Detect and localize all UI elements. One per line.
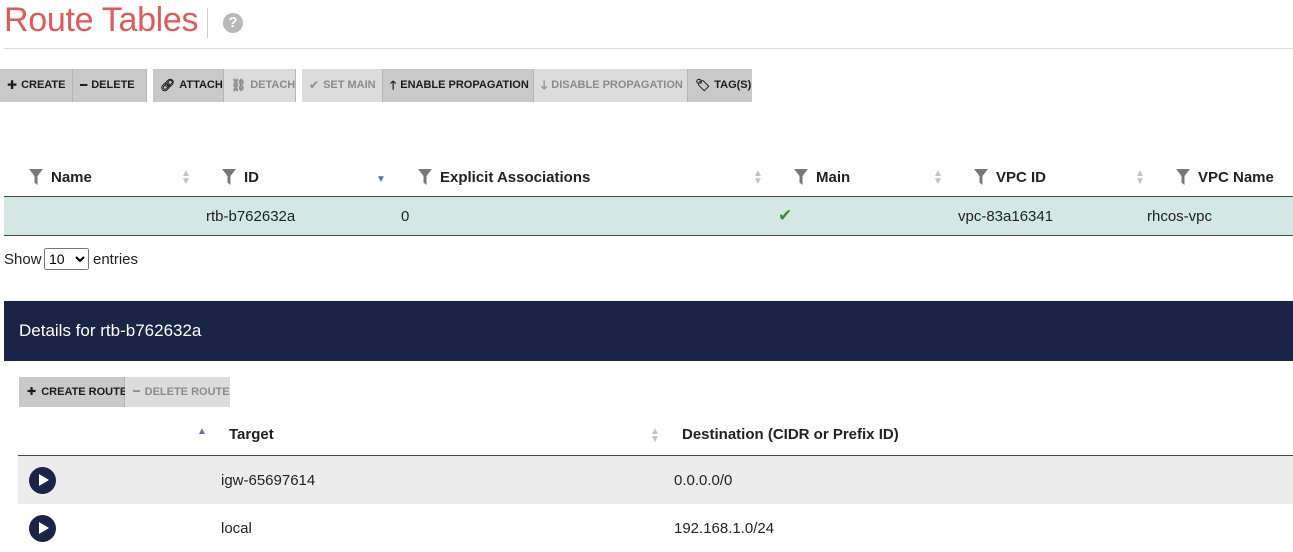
page-title: Route Tables bbox=[4, 1, 199, 39]
route-target: local bbox=[221, 520, 252, 537]
column-label-vpc-id: VPC ID bbox=[996, 168, 1047, 186]
set-main-button[interactable]: ✔ SET MAIN bbox=[302, 69, 383, 102]
create-button[interactable]: ✚ CREATE bbox=[0, 69, 73, 102]
table-row[interactable]: local 192.168.1.0/24 bbox=[18, 504, 1293, 552]
cell-explicit-associations: 0 bbox=[401, 208, 410, 225]
create-route-button[interactable]: ✚ CREATE ROUTE bbox=[19, 377, 128, 407]
column-label-id: ID bbox=[244, 168, 259, 186]
tags-button[interactable]: 🏷︎ TAG(S) bbox=[688, 69, 752, 102]
help-icon[interactable]: ? bbox=[223, 13, 243, 33]
detach-label: DETACH bbox=[250, 79, 296, 91]
arrow-up-icon: 🡑 bbox=[390, 78, 397, 92]
cell-vpc-name: rhcos-vpc bbox=[1147, 208, 1213, 225]
column-label-explicit-associations: Explicit Associations bbox=[440, 168, 591, 186]
sort-icon[interactable]: ▲ ▼ bbox=[933, 169, 943, 187]
column-header-id[interactable]: ID bbox=[222, 166, 259, 188]
entries-select[interactable]: 10 bbox=[44, 248, 89, 270]
tags-label: TAG(S) bbox=[714, 79, 752, 91]
details-title: Details for rtb-b762632a bbox=[19, 321, 202, 340]
create-route-label: CREATE ROUTE bbox=[41, 386, 128, 398]
plus-icon: ✚ bbox=[27, 386, 37, 398]
filter-icon[interactable] bbox=[974, 169, 988, 185]
header-divider bbox=[4, 48, 1293, 49]
filter-icon[interactable] bbox=[29, 169, 43, 185]
expand-play-icon[interactable] bbox=[29, 515, 56, 542]
plus-icon: ✚ bbox=[7, 78, 18, 92]
unlink-icon: ⛓︎ bbox=[231, 78, 247, 92]
filter-icon[interactable] bbox=[418, 169, 432, 185]
cell-id: rtb-b762632a bbox=[206, 208, 296, 225]
attach-label: ATTACH bbox=[179, 79, 223, 91]
column-header-main[interactable]: Main bbox=[794, 166, 850, 188]
filter-icon[interactable] bbox=[794, 169, 808, 185]
delete-route-button[interactable]: ━ DELETE ROUTE bbox=[125, 377, 230, 407]
column-header-target[interactable]: Target bbox=[229, 426, 274, 443]
detach-button[interactable]: ⛓︎ DETACH bbox=[224, 69, 296, 102]
disable-propagation-label: DISABLE PROPAGATION bbox=[551, 79, 683, 91]
route-target: igw-65697614 bbox=[221, 472, 316, 489]
sort-icon[interactable]: ▲ ▼ bbox=[1135, 169, 1145, 187]
delete-route-label: DELETE ROUTE bbox=[144, 386, 230, 398]
filter-icon[interactable] bbox=[1176, 169, 1190, 185]
minus-icon: ━ bbox=[133, 386, 140, 398]
route-destination: 0.0.0.0/0 bbox=[674, 472, 733, 489]
attach-button[interactable]: 🔗︎ ATTACH bbox=[153, 69, 224, 102]
column-header-explicit-associations[interactable]: Explicit Associations bbox=[418, 166, 590, 188]
filter-icon[interactable] bbox=[222, 169, 236, 185]
minus-icon: ━ bbox=[80, 78, 88, 92]
link-icon: 🔗︎ bbox=[160, 78, 176, 92]
expand-play-icon[interactable] bbox=[29, 467, 56, 494]
column-header-name[interactable]: Name bbox=[29, 166, 92, 188]
set-main-label: SET MAIN bbox=[323, 79, 376, 91]
enable-propagation-button[interactable]: 🡑 ENABLE PROPAGATION bbox=[383, 69, 534, 102]
column-header-vpc-name[interactable]: VPC Name bbox=[1176, 166, 1274, 188]
column-label-name: Name bbox=[51, 168, 92, 186]
column-header-destination[interactable]: Destination (CIDR or Prefix ID) bbox=[682, 426, 899, 443]
title-separator bbox=[207, 8, 208, 38]
sort-desc-icon[interactable]: ▼ bbox=[376, 175, 386, 185]
column-header-vpc-id[interactable]: VPC ID bbox=[974, 166, 1046, 188]
delete-button[interactable]: ━ DELETE bbox=[73, 69, 147, 102]
sort-asc-icon[interactable]: ▲ bbox=[197, 427, 207, 437]
tag-icon: 🏷︎ bbox=[695, 78, 711, 92]
cell-vpc-id: vpc-83a16341 bbox=[958, 208, 1054, 225]
route-destination: 192.168.1.0/24 bbox=[674, 520, 775, 537]
table-row[interactable]: igw-65697614 0.0.0.0/0 bbox=[18, 456, 1293, 504]
table-row-selected[interactable] bbox=[4, 197, 1293, 236]
sort-icon[interactable]: ▲ ▼ bbox=[181, 169, 191, 187]
arrow-down-icon: 🡓 bbox=[541, 78, 548, 92]
column-label-vpc-name: VPC Name bbox=[1198, 168, 1274, 186]
entries-label: entries bbox=[93, 251, 139, 268]
column-label-main: Main bbox=[816, 168, 851, 186]
disable-propagation-button[interactable]: 🡓 DISABLE PROPAGATION bbox=[534, 69, 688, 102]
show-label: Show bbox=[4, 251, 42, 268]
delete-label: DELETE bbox=[91, 79, 135, 91]
create-label: CREATE bbox=[21, 79, 66, 91]
sort-icon[interactable]: ▲ ▼ bbox=[753, 169, 763, 187]
main-check-icon: ✔ bbox=[778, 206, 793, 225]
check-icon: ✔ bbox=[309, 78, 320, 92]
enable-propagation-label: ENABLE PROPAGATION bbox=[400, 79, 529, 91]
sort-icon[interactable]: ▲ ▼ bbox=[650, 427, 660, 445]
